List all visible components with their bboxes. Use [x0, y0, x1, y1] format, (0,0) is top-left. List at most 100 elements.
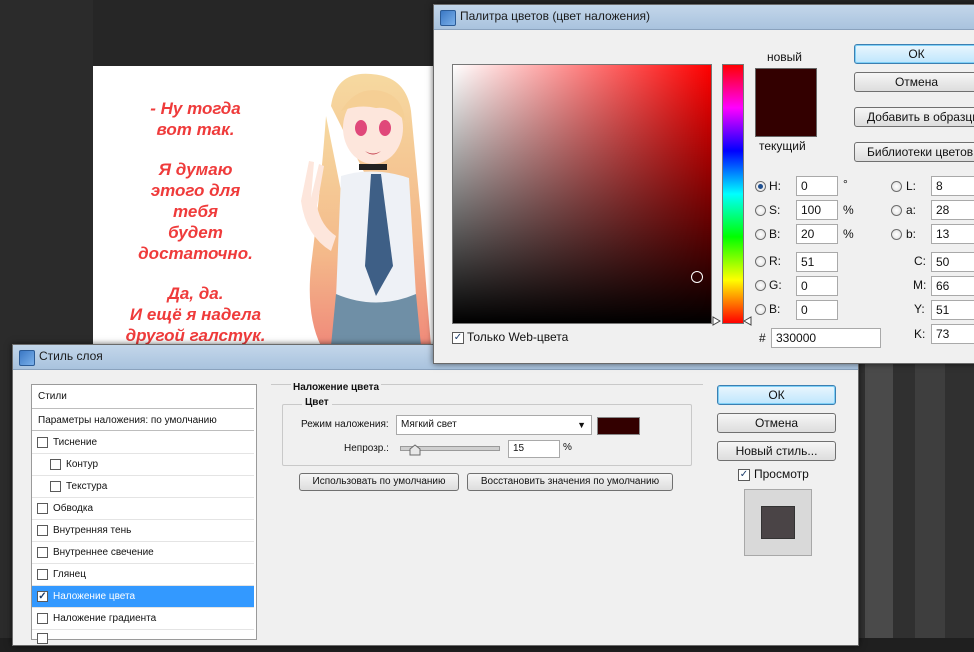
style-checkbox[interactable] [37, 613, 48, 624]
yellow-input[interactable]: 51 [931, 300, 974, 320]
style-item-label: Наложение цвета [53, 591, 136, 602]
style-item-label: Внутренняя тень [53, 525, 132, 536]
style-item-label: Наложение градиента [53, 613, 157, 624]
cyan-input[interactable]: 50 [931, 252, 974, 272]
hue-label: H: [769, 179, 781, 193]
blue-radio[interactable] [755, 304, 766, 315]
blending-options-item[interactable]: Параметры наложения: по умолчанию [38, 415, 217, 426]
layer-style-ok-button[interactable]: ОК [717, 385, 836, 405]
b-channel-input[interactable]: 13 [931, 224, 974, 244]
style-checkbox[interactable] [37, 525, 48, 536]
style-item-label: Обводка [53, 503, 94, 514]
style-item-color-overlay[interactable]: ✓ Наложение цвета [32, 586, 254, 608]
canvas-text-line: этого для [150, 181, 241, 200]
preview-checkbox[interactable]: ✓ [738, 469, 750, 481]
saturation-label: S: [769, 203, 781, 217]
red-radio[interactable] [755, 256, 766, 267]
layer-style-title: Стиль слоя [39, 349, 103, 363]
color-group-title: Цвет [302, 397, 332, 408]
add-to-swatches-button[interactable]: Добавить в образцы [854, 107, 974, 127]
overlay-color-swatch[interactable] [597, 417, 640, 435]
current-color-label: текущий [759, 139, 806, 153]
style-checkbox[interactable] [37, 547, 48, 558]
style-item-contour[interactable]: Контур [32, 454, 254, 476]
hue-slider-right-arrow[interactable] [743, 316, 753, 326]
green-radio[interactable] [755, 280, 766, 291]
color-field-cursor[interactable] [691, 271, 703, 283]
opacity-slider-thumb[interactable] [409, 444, 421, 456]
style-checkbox[interactable] [50, 459, 61, 470]
style-item-label: Внутреннее свечение [53, 547, 154, 558]
style-item-inner-shadow[interactable]: Внутренняя тень [32, 520, 254, 542]
anime-girl-illustration [301, 73, 431, 346]
layer-style-cancel-button[interactable]: Отмена [717, 413, 836, 433]
lightness-radio[interactable] [891, 181, 902, 192]
brightness-unit: % [843, 227, 854, 241]
color-overlay-section-title: Наложение цвета [291, 382, 382, 393]
new-color-swatch [755, 68, 817, 103]
make-default-button[interactable]: Использовать по умолчанию [299, 473, 459, 491]
style-item-next[interactable] [32, 630, 254, 652]
a-channel-radio[interactable] [891, 205, 902, 216]
a-channel-input[interactable]: 28 [931, 200, 974, 220]
style-checkbox[interactable] [37, 437, 48, 448]
hue-slider-left-arrow[interactable] [711, 316, 721, 326]
styles-header[interactable]: Стили [38, 391, 67, 402]
reset-default-button[interactable]: Восстановить значения по умолчанию [467, 473, 673, 491]
color-libraries-button[interactable]: Библиотеки цветов [854, 142, 974, 162]
canvas-text-line: тебя [172, 202, 219, 221]
brightness-radio[interactable] [755, 229, 766, 240]
style-item-texture[interactable]: Текстура [32, 476, 254, 498]
style-checkbox[interactable] [37, 503, 48, 514]
style-item-inner-glow[interactable]: Внутреннее свечение [32, 542, 254, 564]
canvas-text-line: Я думаю [158, 160, 233, 179]
photoshop-icon [440, 10, 456, 26]
blue-input[interactable]: 0 [796, 300, 838, 320]
style-checkbox[interactable] [37, 633, 48, 644]
opacity-input[interactable]: 15 [508, 440, 560, 458]
green-input[interactable]: 0 [796, 276, 838, 296]
color-picker-cancel-button[interactable]: Отмена [854, 72, 974, 92]
blend-mode-select[interactable]: Мягкий свет ▼ [396, 415, 592, 435]
color-field[interactable] [452, 64, 712, 324]
style-item-gradient-overlay[interactable]: Наложение градиента [32, 608, 254, 630]
lightness-input[interactable]: 8 [931, 176, 974, 196]
b-channel-radio[interactable] [891, 229, 902, 240]
photoshop-icon [19, 350, 35, 366]
color-picker-titlebar[interactable]: Палитра цветов (цвет наложения) [434, 5, 974, 30]
black-label: K: [914, 327, 926, 341]
hex-input[interactable]: 330000 [771, 328, 881, 348]
only-web-colors-checkbox[interactable]: ✓ [452, 332, 464, 344]
hue-input[interactable]: 0 [796, 176, 838, 196]
style-item-stroke[interactable]: Обводка [32, 498, 254, 520]
blue-label: B: [769, 302, 781, 316]
style-checkbox[interactable] [37, 569, 48, 580]
canvas-text-line: вот так. [156, 120, 235, 139]
document-canvas[interactable]: - Ну тогда вот так. Я думаю этого для те… [93, 66, 438, 346]
magenta-input[interactable]: 66 [931, 276, 974, 296]
new-style-button[interactable]: Новый стиль... [717, 441, 836, 461]
style-item-label: Текстура [66, 481, 108, 492]
style-checkbox[interactable] [50, 481, 61, 492]
color-picker-ok-button[interactable]: ОК [854, 44, 974, 64]
canvas-text-line: другой галстук. [125, 326, 266, 345]
style-preview-swatch [761, 506, 795, 539]
hue-slider[interactable] [722, 64, 744, 324]
new-color-label: новый [767, 50, 803, 64]
hue-radio[interactable] [755, 181, 766, 192]
brightness-input[interactable]: 20 [796, 224, 838, 244]
style-item-bevel-emboss[interactable]: Тиснение [32, 432, 254, 454]
hex-label: # [759, 331, 766, 345]
red-input[interactable]: 51 [796, 252, 838, 272]
current-color-swatch[interactable] [755, 102, 817, 137]
style-preview-box [744, 489, 812, 556]
workspace-right-panels [855, 360, 974, 638]
saturation-input[interactable]: 100 [796, 200, 838, 220]
style-checkbox[interactable]: ✓ [37, 591, 48, 602]
blend-mode-value: Мягкий свет [401, 419, 457, 430]
style-item-satin[interactable]: Глянец [32, 564, 254, 586]
black-input[interactable]: 73 [931, 324, 974, 344]
color-picker-title: Палитра цветов (цвет наложения) [460, 9, 651, 23]
green-label: G: [769, 278, 782, 292]
saturation-radio[interactable] [755, 205, 766, 216]
